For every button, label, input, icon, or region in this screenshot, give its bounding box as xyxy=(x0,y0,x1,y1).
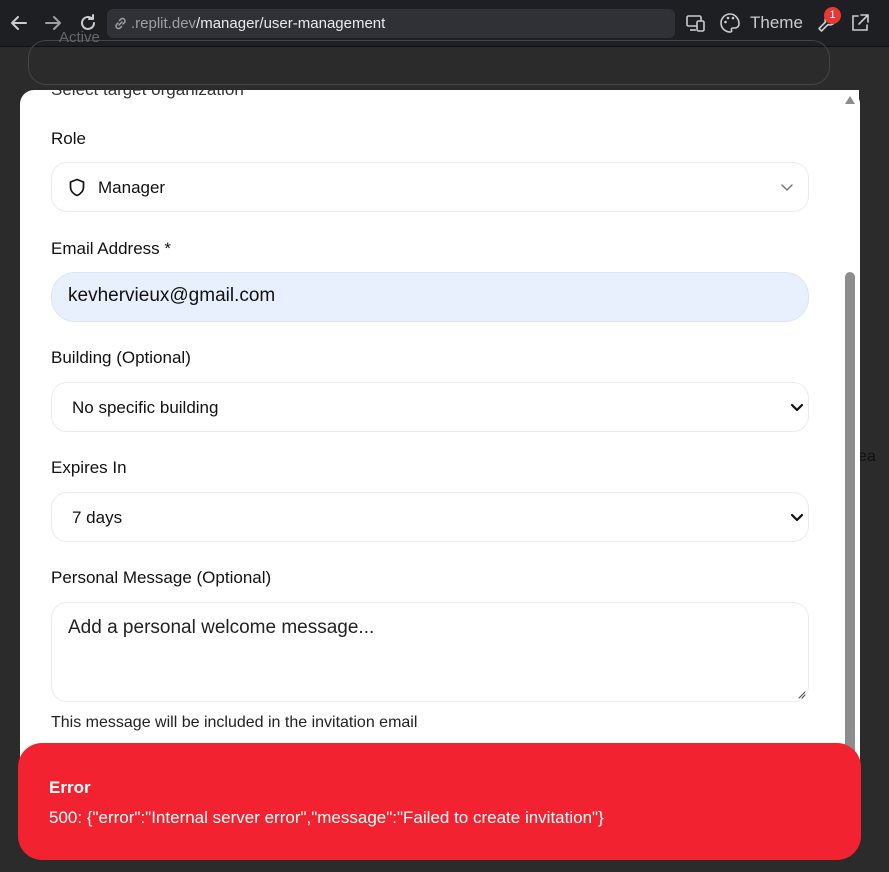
email-field[interactable]: kevhervieux@gmail.com xyxy=(51,272,809,322)
link-icon xyxy=(115,17,126,30)
role-label: Role xyxy=(51,129,86,148)
message-helper-text: This message will be included in the inv… xyxy=(51,714,418,731)
toast-message: 500: {"error":"Internal server error","m… xyxy=(49,808,604,827)
chevron-down-icon xyxy=(790,513,804,522)
theme-label[interactable]: Theme xyxy=(750,12,803,34)
message-placeholder: Add a personal welcome message... xyxy=(68,617,375,638)
scroll-up-arrow-icon[interactable] xyxy=(844,95,856,105)
personal-message-textarea[interactable]: Add a personal welcome message... xyxy=(51,602,809,702)
message-label: Personal Message (Optional) xyxy=(51,568,272,587)
devices-icon[interactable] xyxy=(685,12,707,34)
back-button[interactable] xyxy=(8,11,30,35)
chevron-down-icon xyxy=(781,184,793,191)
scrollbar-thumb[interactable] xyxy=(845,272,855,780)
chevron-down-icon xyxy=(790,403,804,412)
shield-icon xyxy=(69,178,85,197)
role-select[interactable]: Manager xyxy=(51,162,809,212)
open-external-icon[interactable] xyxy=(849,12,871,34)
url-path: /manager/user-management xyxy=(196,15,386,32)
email-label: Email Address * xyxy=(51,239,171,258)
cut-off-text: Select target organization xyxy=(51,90,244,100)
building-label: Building (Optional) xyxy=(51,348,191,367)
notification-badge: 1 xyxy=(824,7,841,24)
url-host: .replit.dev xyxy=(131,15,197,32)
building-value: No specific building xyxy=(72,398,219,417)
expires-value: 7 days xyxy=(72,508,123,527)
arrow-left-icon xyxy=(11,16,27,30)
expires-select[interactable]: 7 days xyxy=(51,492,809,542)
toast-title: Error xyxy=(49,778,91,797)
error-toast[interactable]: Error 500: {"error":"Internal server err… xyxy=(18,743,861,860)
expires-label: Expires In xyxy=(51,458,127,477)
address-bar[interactable]: .replit.dev/manager/user-management xyxy=(107,9,675,38)
role-value: Manager xyxy=(98,178,166,197)
background-card: Active xyxy=(28,29,830,85)
background-card-text: Active xyxy=(59,29,100,46)
resize-grip-icon[interactable] xyxy=(796,689,806,699)
background-text: ea xyxy=(858,448,876,465)
invite-user-dialog: Select target organization Role Manager … xyxy=(20,90,860,780)
palette-icon[interactable] xyxy=(719,12,741,34)
building-select[interactable]: No specific building xyxy=(51,382,809,432)
